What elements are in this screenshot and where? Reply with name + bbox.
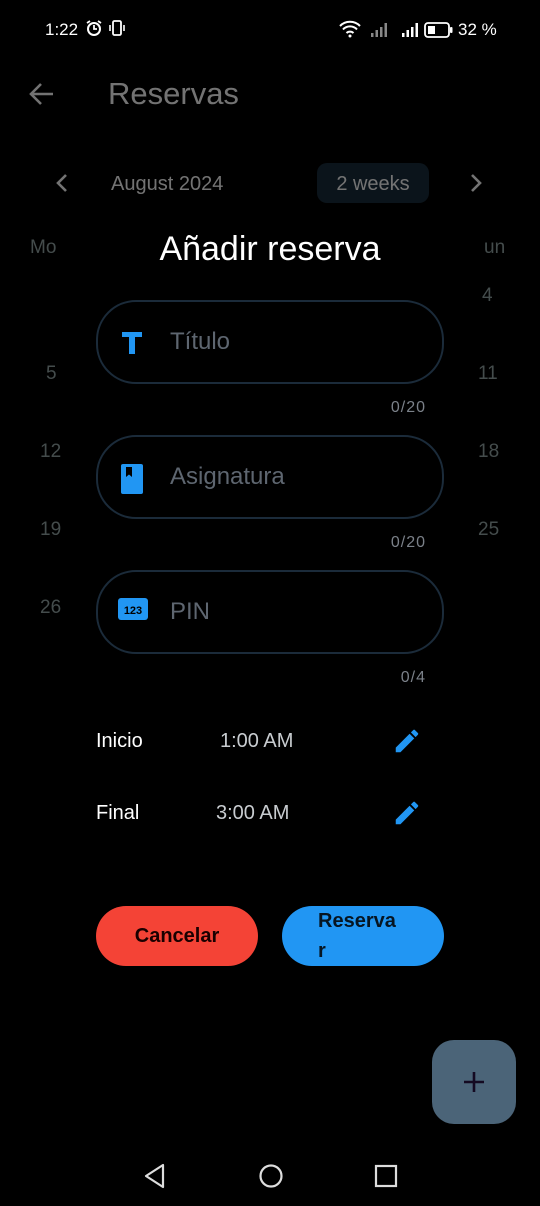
app-bar: Reservas [0, 60, 540, 130]
battery-icon [424, 22, 454, 43]
calendar-day[interactable]: 12 [40, 441, 61, 463]
end-time: 3:00 AM [216, 802, 290, 824]
add-reservation-dialog: Añadir reserva Título 0/20 Asignatura 0/… [70, 210, 470, 1010]
book-icon [118, 463, 146, 494]
start-label: Inicio [96, 730, 143, 752]
title-placeholder: Título [170, 328, 231, 355]
chevron-left-icon[interactable] [52, 172, 72, 199]
arrow-back-icon[interactable] [28, 80, 56, 108]
title-counter: 0/20 [390, 399, 426, 416]
title-icon [118, 328, 146, 356]
calendar-day[interactable]: 19 [40, 519, 61, 541]
system-nav-bar [0, 1146, 540, 1206]
subject-placeholder: Asignatura [170, 463, 285, 490]
status-bar: 1:22 32 % [0, 0, 540, 60]
nav-back-icon[interactable] [143, 1163, 167, 1194]
plus-icon [462, 1070, 486, 1094]
calendar-day[interactable]: 25 [478, 519, 499, 541]
vibrate-icon [108, 19, 126, 42]
calendar-day[interactable]: 18 [478, 441, 499, 463]
weekday-label: Mo [30, 237, 57, 258]
reserve-label-line2: r [318, 940, 326, 962]
calendar-day[interactable]: 5 [46, 363, 57, 385]
calendar-month: August 2024 [111, 173, 224, 195]
weekday-label: un [484, 237, 506, 258]
pin-placeholder: PIN [170, 598, 211, 625]
wifi-icon [339, 20, 361, 43]
start-time: 1:00 AM [220, 730, 294, 752]
battery-percentage: 32 % [458, 20, 497, 39]
edit-end-icon[interactable] [392, 798, 422, 828]
alarm-icon [86, 20, 102, 41]
chevron-right-icon[interactable] [466, 172, 486, 199]
calendar-header: August 2024 2 weeks [0, 162, 540, 206]
cancel-button[interactable]: Cancelar [96, 906, 258, 966]
reserve-label-line1: Reserva [318, 910, 396, 932]
calendar-format-button[interactable]: 2 weeks [317, 163, 429, 203]
signal-icon [370, 22, 390, 43]
calendar-day[interactable]: 26 [40, 597, 61, 619]
dialog-title: Añadir reserva [159, 230, 381, 268]
nav-recents-icon[interactable] [374, 1164, 398, 1193]
subject-counter: 0/20 [390, 534, 426, 551]
calendar-day[interactable]: 11 [478, 363, 498, 385]
pin-icon-text: 123 [124, 605, 142, 617]
pin-counter: 0/4 [400, 669, 426, 686]
status-time: 1:22 [45, 20, 79, 39]
end-label: Final [96, 802, 140, 824]
nav-home-icon[interactable] [258, 1163, 284, 1194]
add-fab[interactable] [432, 1040, 516, 1124]
reserve-button[interactable]: Reserva r [282, 906, 444, 966]
title-input[interactable]: Título [96, 300, 444, 384]
signal-icon [401, 22, 421, 43]
edit-start-icon[interactable] [392, 726, 422, 756]
subject-input[interactable]: Asignatura [96, 435, 444, 519]
calendar-day[interactable]: 4 [482, 285, 493, 307]
page-title: Reservas [108, 76, 239, 111]
pin-icon: 123 [118, 598, 148, 626]
pin-input[interactable]: 123 PIN [96, 570, 444, 654]
